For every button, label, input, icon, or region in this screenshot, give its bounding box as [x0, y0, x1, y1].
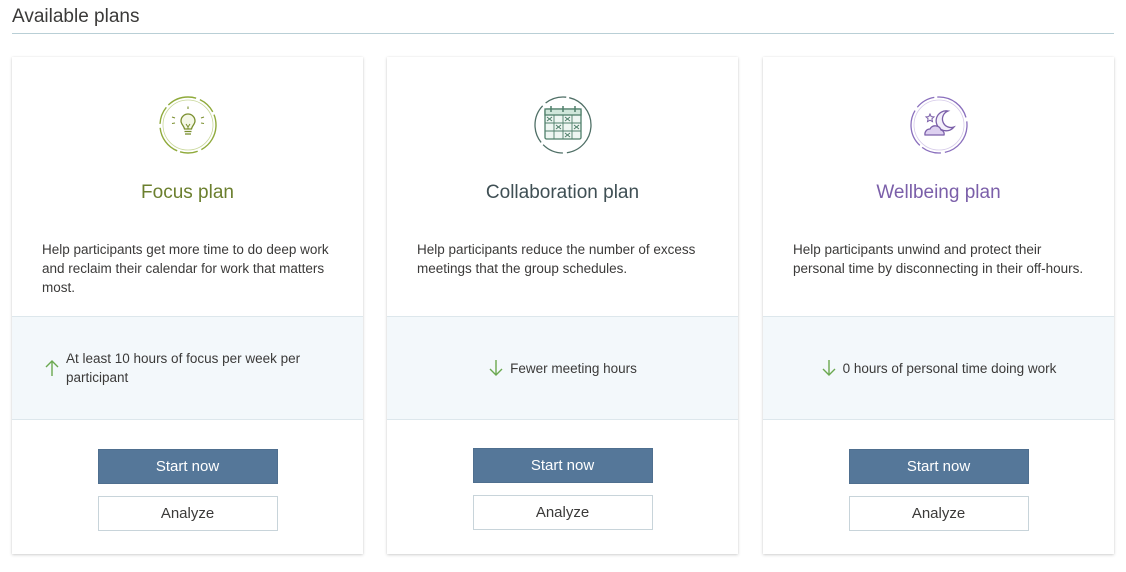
plan-title: Collaboration plan [485, 182, 640, 203]
plan-goal-text: 0 hours of personal time doing work [842, 360, 1057, 376]
moon-cloud-icon [909, 96, 968, 154]
plans-page: Available plans Focus plan Help particip… [0, 0, 1126, 572]
arrow-up-icon [45, 360, 59, 376]
plan-description: Help participants get more time to do de… [42, 242, 329, 295]
plan-description: Help participants unwind and protect the… [793, 242, 1084, 276]
plan-card-wellbeing: Wellbeing plan Help participants unwind … [763, 57, 1114, 554]
title-divider [12, 33, 1114, 34]
plan-goal-box: 0 hours of personal time doing work [763, 316, 1114, 420]
analyze-button[interactable]: Analyze [472, 495, 653, 530]
plan-goal-box: Fewer meeting hours [387, 316, 738, 420]
plan-title: Wellbeing plan [876, 182, 1001, 203]
arrow-down-icon [822, 360, 836, 376]
plan-description: Help participants reduce the number of e… [417, 242, 696, 276]
start-now-button[interactable]: Start now [97, 449, 278, 484]
lightbulb-icon [158, 96, 217, 154]
plan-card-focus: Focus plan Help participants get more ti… [12, 57, 363, 554]
plan-goal-text: At least 10 hours of focus per week per … [66, 351, 301, 385]
page-title: Available plans [12, 6, 140, 27]
arrow-down-icon [489, 360, 503, 376]
plan-title: Focus plan [141, 182, 234, 203]
analyze-button[interactable]: Analyze [97, 496, 278, 531]
plan-goal-box: At least 10 hours of focus per week per … [12, 316, 363, 420]
analyze-button[interactable]: Analyze [848, 496, 1029, 531]
start-now-button[interactable]: Start now [848, 449, 1029, 484]
calendar-icon [533, 96, 592, 154]
plan-card-collaboration: Collaboration plan Help participants red… [387, 57, 738, 554]
plan-goal-text: Fewer meeting hours [510, 360, 637, 376]
start-now-button[interactable]: Start now [472, 448, 653, 483]
